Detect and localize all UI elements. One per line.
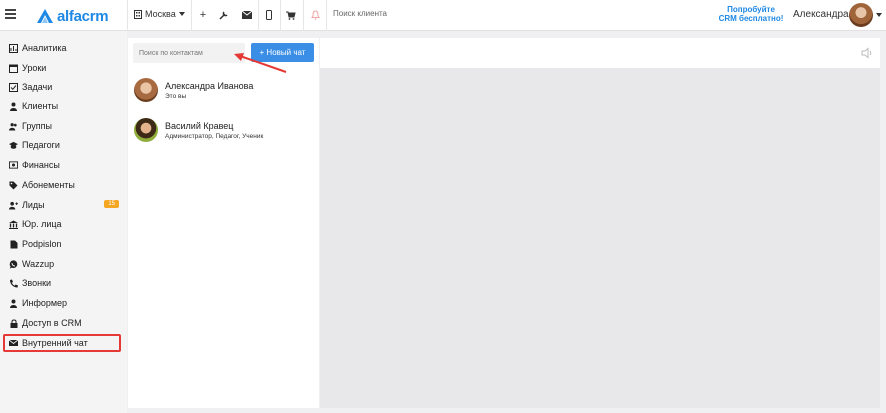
cart-icon[interactable]: [284, 8, 298, 22]
building-icon: [134, 9, 142, 19]
sidebar-item-teachers[interactable]: Педагоги: [9, 137, 121, 153]
sidebar-item-crm-access[interactable]: Доступ в CRM: [9, 315, 121, 331]
phone-icon: [9, 279, 18, 288]
chat-header: [320, 38, 880, 68]
lock-icon: [9, 319, 18, 328]
leads-count-badge: 15: [104, 200, 119, 208]
logo[interactable]: alfacrm: [36, 7, 109, 25]
sidebar-item-wazzup[interactable]: Wazzup: [9, 256, 121, 272]
user-name[interactable]: Александра: [793, 9, 849, 20]
calendar-icon: [9, 64, 18, 73]
logo-icon: [37, 9, 53, 23]
sidebar-item-label: Финансы: [22, 160, 60, 170]
sidebar-item-clients[interactable]: Клиенты: [9, 98, 121, 114]
group-icon: [9, 122, 18, 131]
contact-role: Администратор, Педагог, Ученик: [165, 133, 264, 140]
sidebar-item-label: Аналитика: [22, 43, 67, 53]
sidebar-item-groups[interactable]: Группы: [9, 118, 121, 134]
divider: [191, 0, 192, 31]
divider: [258, 0, 259, 31]
client-search-input[interactable]: Поиск клиента: [333, 9, 387, 18]
sidebar-item-label: Клиенты: [22, 101, 59, 111]
sidebar-item-informer[interactable]: Информер: [9, 295, 121, 311]
sidebar-item-calls[interactable]: Звонки: [9, 275, 121, 291]
avatar: [134, 118, 158, 142]
sidebar-item-label: Лиды: [22, 200, 45, 210]
sidebar-item-label: Wazzup: [22, 259, 55, 269]
speaker-icon[interactable]: [861, 47, 873, 59]
sidebar-item-subscriptions[interactable]: Абонементы: [9, 177, 121, 193]
menu-icon[interactable]: [5, 9, 16, 19]
annotation-arrow: [234, 53, 287, 73]
sidebar: Аналитика Уроки Задачи Клиенты Группы Пе…: [0, 31, 127, 413]
city-selector[interactable]: Москва: [134, 9, 185, 19]
sidebar-item-label: Группы: [22, 121, 52, 131]
avatar[interactable]: [849, 3, 873, 27]
bell-icon[interactable]: [308, 8, 322, 22]
chevron-down-icon[interactable]: [876, 13, 882, 17]
sidebar-item-label: Podpislon: [22, 239, 62, 249]
contact-search-input[interactable]: Поиск по контактам: [133, 43, 245, 63]
sidebar-item-finance[interactable]: Финансы: [9, 157, 121, 173]
divider: [280, 0, 281, 31]
sidebar-item-label: Уроки: [22, 63, 47, 73]
whatsapp-icon: [9, 259, 18, 269]
sidebar-item-label: Юр. лица: [22, 219, 62, 229]
plus-icon[interactable]: +: [196, 8, 210, 22]
divider: [326, 0, 327, 31]
tasks-icon: [9, 82, 18, 92]
chevron-down-icon: [178, 12, 185, 16]
sidebar-item-label: Абонементы: [22, 180, 75, 190]
user-plus-icon: [9, 201, 18, 210]
document-icon: [9, 240, 18, 249]
city-label: Москва: [145, 9, 176, 19]
wrench-icon[interactable]: [217, 8, 231, 22]
chat-list-panel: Поиск по контактам + Новый чат Александр…: [128, 38, 319, 408]
brand-name: alfacrm: [57, 7, 109, 25]
sidebar-item-legal-entities[interactable]: Юр. лица: [9, 216, 121, 232]
sidebar-item-label: Звонки: [22, 278, 52, 288]
sidebar-item-label: Педагоги: [22, 140, 60, 150]
sidebar-item-label: Информер: [22, 298, 68, 308]
trial-line-2: CRM бесплатно!: [718, 14, 784, 23]
contact-name: Александра Иванова: [165, 81, 254, 91]
sidebar-item-tasks[interactable]: Задачи: [9, 79, 121, 95]
list-item[interactable]: Василий Кравец Администратор, Педагог, У…: [134, 118, 319, 144]
active-item-highlight: [3, 334, 121, 352]
divider: [303, 0, 304, 31]
user-icon: [9, 102, 18, 111]
chart-icon: [9, 43, 18, 53]
sidebar-item-analytics[interactable]: Аналитика: [9, 40, 121, 56]
envelope-icon[interactable]: [240, 8, 254, 22]
sidebar-item-label: Доступ в CRM: [22, 318, 82, 328]
money-icon: [9, 161, 18, 170]
contact-name: Василий Кравец: [165, 121, 234, 131]
bank-icon: [9, 220, 18, 229]
graduation-cap-icon: [9, 141, 18, 150]
trial-line-1: Попробуйте: [727, 5, 775, 14]
sidebar-item-podpislon[interactable]: Podpislon: [9, 236, 121, 252]
user-icon: [9, 299, 18, 308]
sidebar-item-label: Задачи: [22, 82, 53, 92]
sidebar-item-lessons[interactable]: Уроки: [9, 60, 121, 76]
avatar: [134, 78, 158, 102]
trial-link[interactable]: Попробуйте CRM бесплатно!: [718, 5, 784, 23]
contact-role: Это вы: [165, 93, 187, 100]
tag-icon: [9, 181, 18, 190]
mobile-icon[interactable]: [262, 8, 276, 22]
list-item[interactable]: Александра Иванова Это вы: [134, 78, 319, 104]
top-bar: alfacrm Москва + Поиск клиента Попробуйт…: [0, 0, 886, 31]
sidebar-item-leads[interactable]: Лиды 15: [9, 197, 121, 213]
divider: [127, 0, 128, 31]
chat-content-area: [320, 68, 880, 408]
